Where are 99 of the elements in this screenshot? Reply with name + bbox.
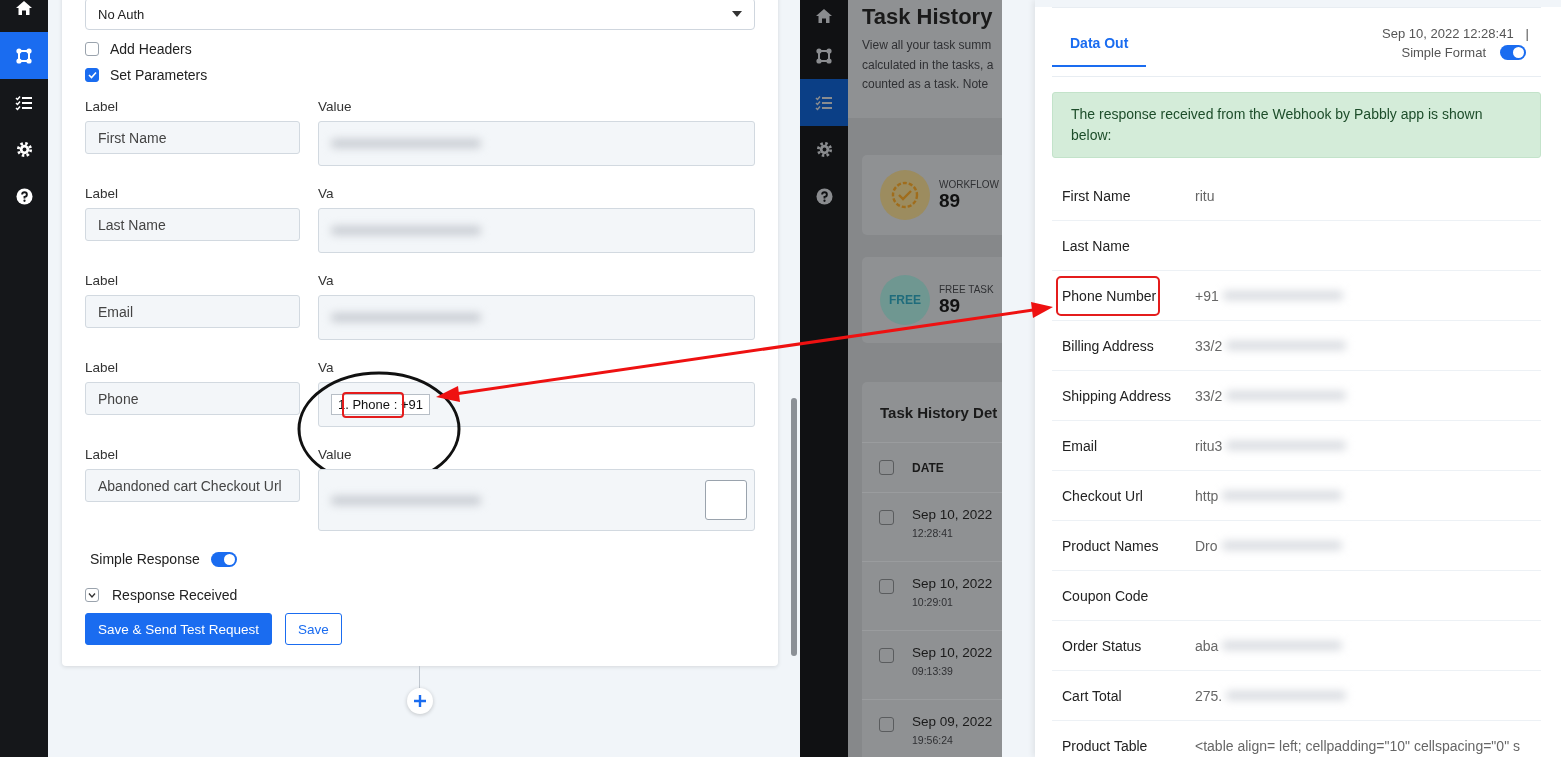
label-field[interactable]: Abandoned cart Checkout Url [85,469,300,502]
toggle-label: Simple Response [90,551,200,567]
field-label: Product Table [1062,737,1148,754]
label-field[interactable]: Phone [85,382,300,415]
description-text: counted as a task. Note [862,76,990,93]
separator-text: | [1525,26,1529,41]
field-label: Product Names [1062,537,1159,554]
time-text: 09:13:39 [912,665,954,677]
help-icon [815,188,833,205]
stat-value: 89 [939,189,962,212]
field-caption: Va [318,186,334,203]
field-value: http [1195,487,1219,504]
date-text: Sep 09, 2022 [912,714,993,729]
toggle-label: Simple Format [1401,45,1486,60]
timestamp: Sep 10, 2022 12:28:41 [1382,26,1514,41]
date-text: Sep 10, 2022 [912,576,993,591]
field-value: ritu [1195,187,1215,204]
checklist-icon [815,94,833,111]
checkbox[interactable] [879,648,894,663]
plus-icon [413,694,427,708]
badge-icon [880,170,930,220]
help-icon [15,188,33,205]
success-alert: The response received from the Webhook by Pabbly app is shown below: [1052,92,1541,158]
toggle-switch[interactable] [1500,45,1526,60]
value-field[interactable] [318,121,755,166]
field-value: Dro [1195,537,1218,554]
connector-icon [815,46,833,65]
label-field[interactable]: Email [85,295,300,328]
time-text: 19:56:24 [912,734,954,746]
value-field[interactable] [318,469,755,531]
home-icon [15,0,33,16]
field-value: 33/2 [1195,387,1223,404]
date-text: Sep 10, 2022 [912,507,993,522]
field-label: Checkout Url [1062,487,1143,504]
checklist-icon [15,94,33,111]
time-text: 12:28:41 [912,527,954,539]
table-title: Task History Det [879,403,999,423]
free-stamp-icon: FREE [880,275,930,325]
field-value: 33/2 [1195,337,1223,354]
field-caption: Label [85,360,119,377]
connector-icon [15,46,33,65]
field-label: Billing Address [1062,337,1154,354]
field-value: +91 [1195,287,1219,304]
description-text: View all your task summ [862,37,993,54]
field-caption: Label [85,99,119,116]
stat-label: FREE TASK [939,283,994,295]
section-label: Response Received [112,587,238,603]
field-caption: Label [85,186,119,203]
scrollbar[interactable] [791,398,797,656]
expand-toggle[interactable] [85,588,99,602]
chevron-down-icon [88,592,96,598]
page-title: Task History [862,4,994,30]
settings-icon [815,141,833,158]
checkbox-label: Set Parameters [110,66,208,83]
field-label: Phone Number [1062,287,1157,304]
field-label: Last Name [1062,237,1130,254]
column-header: DATE [912,460,944,475]
field-label: Order Status [1062,637,1142,654]
checkbox[interactable] [879,510,894,525]
input-field[interactable] [705,480,747,520]
field-caption: Label [85,273,119,290]
checkbox[interactable] [85,67,99,82]
tab[interactable]: Data Out [1052,8,1147,67]
field-label: Coupon Code [1062,587,1149,604]
field-value: 275. [1195,687,1223,704]
field-caption: Value [318,447,352,464]
field-value: ritu3 [1195,437,1223,454]
field-label: Cart Total [1062,687,1122,704]
add-step-button[interactable] [407,688,433,714]
toggle-switch[interactable] [210,551,237,567]
date-text: Sep 10, 2022 [912,645,993,660]
send-request-button[interactable]: Save & Send Test Request [85,613,273,645]
checkbox[interactable] [879,579,894,594]
settings-icon [15,141,33,158]
value-field[interactable] [318,208,755,253]
field-value: <table align= left; cellpadding="10" cellspacing="0" s [1195,737,1520,754]
field-caption: Va [318,273,334,290]
caret-icon [732,11,742,17]
label-field[interactable]: First Name [85,121,300,154]
value-field[interactable] [318,295,755,340]
field-label: Email [1062,437,1097,454]
checkbox-label: Add Headers [110,40,192,57]
checkbox[interactable] [879,460,894,475]
checkbox[interactable] [85,41,99,56]
home-icon [815,8,833,24]
field-label: Shipping Address [1062,387,1171,404]
field-caption: Va [318,360,334,377]
field-caption: Label [85,447,119,464]
stat-value: 89 [939,294,962,317]
save-button[interactable]: Save [285,613,342,645]
field-caption: Value [318,99,352,116]
field-label: First Name [1062,187,1131,204]
auth-select[interactable]: No Auth [85,0,755,30]
checkbox[interactable] [879,717,894,732]
time-text: 10:29:01 [912,596,954,608]
description-text: calculated in the tasks, a [862,56,995,74]
stat-label: WORKFLOW [939,178,999,190]
label-field[interactable]: Last Name [85,208,300,241]
field-value: aba [1195,637,1219,654]
